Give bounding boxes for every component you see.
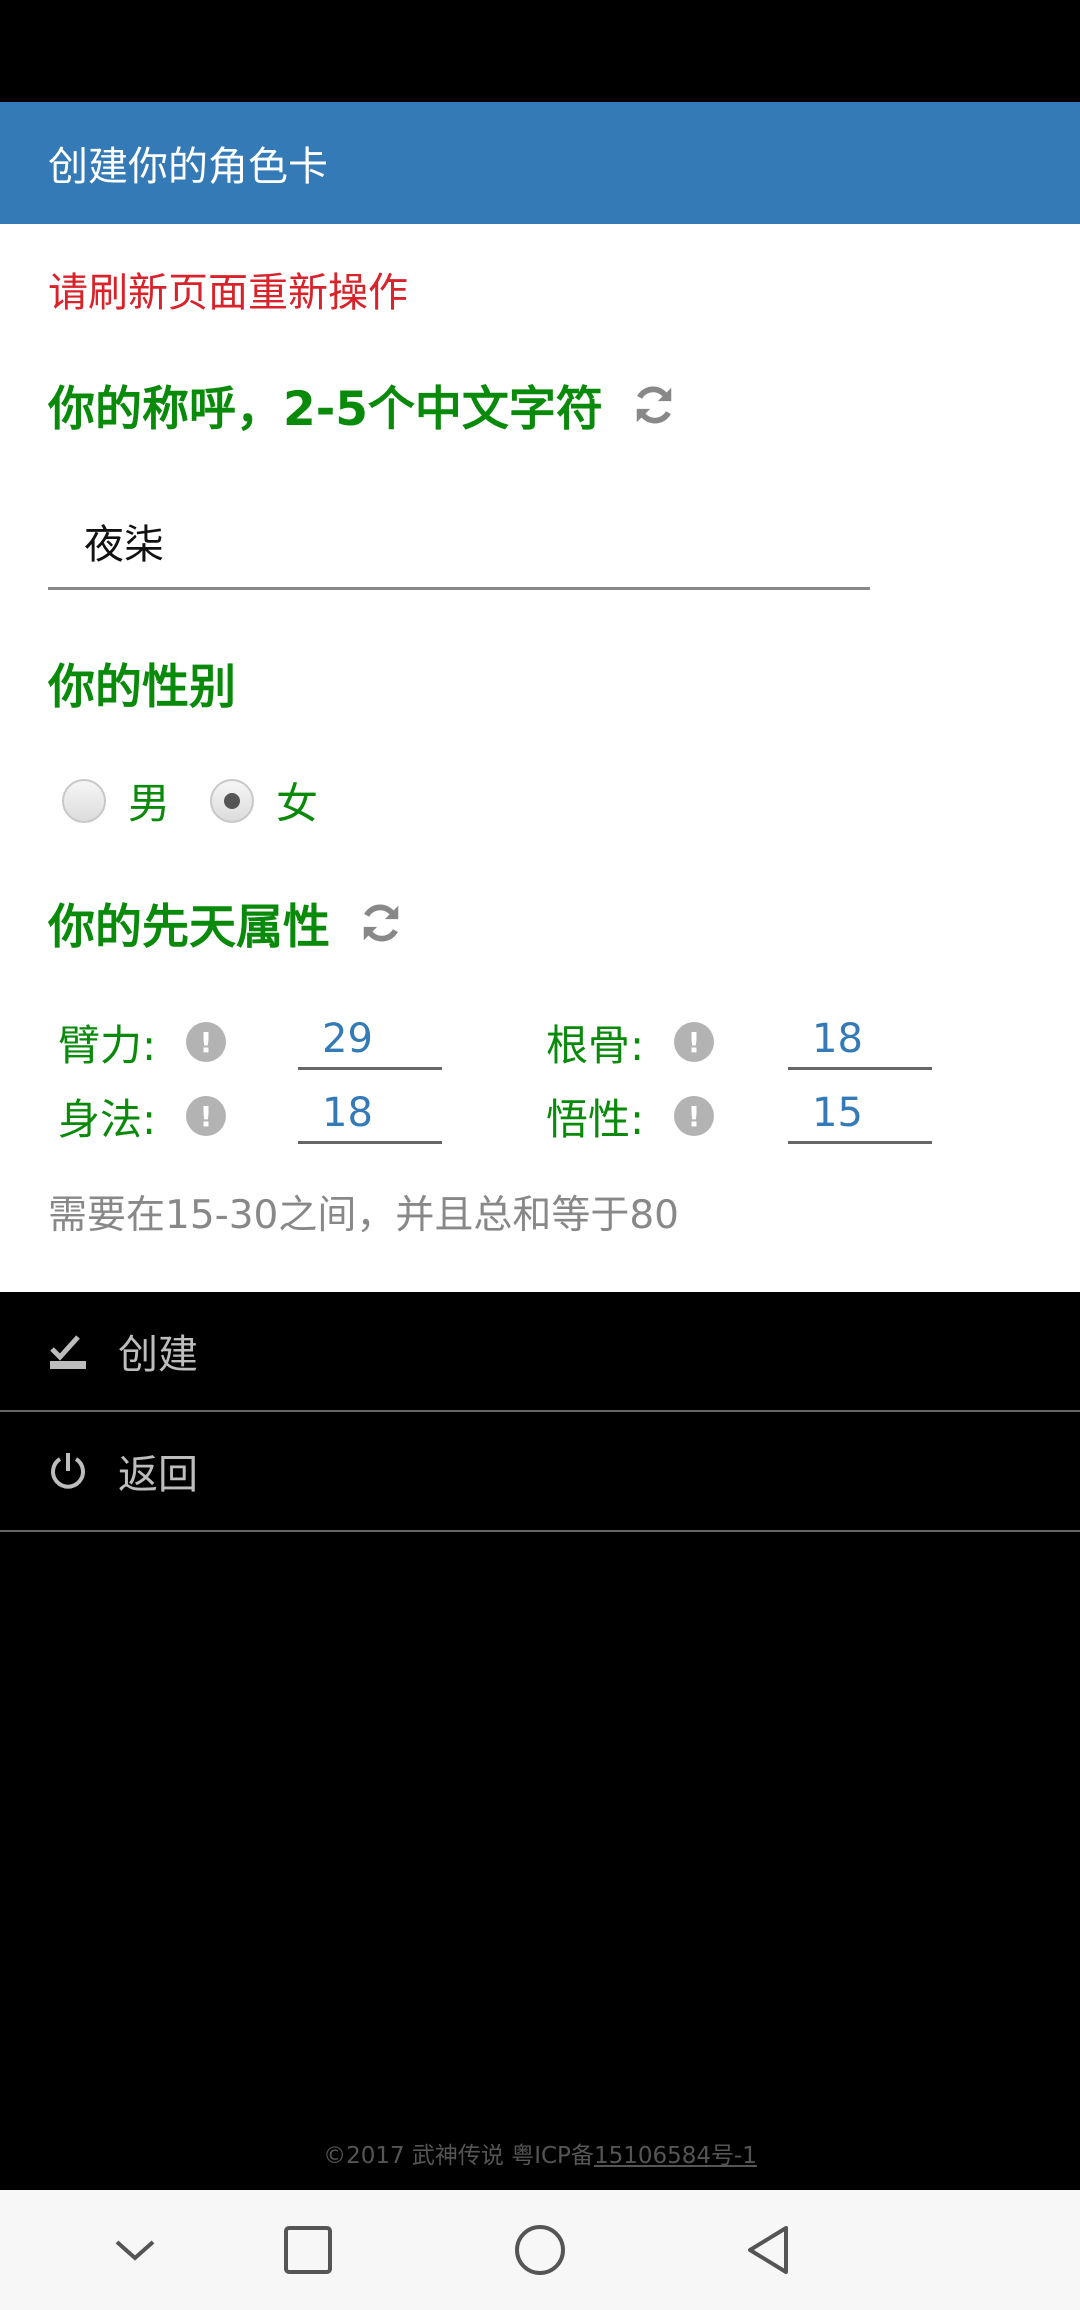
- refresh-icon[interactable]: [358, 900, 404, 946]
- create-button[interactable]: 创建: [0, 1292, 1080, 1412]
- gender-label-male: 男: [128, 779, 171, 828]
- error-message: 请刷新页面重新操作: [48, 270, 408, 316]
- attributes-section-title: 你的先天属性: [48, 888, 404, 957]
- page-title: 创建你的角色卡: [48, 144, 328, 190]
- icp-link[interactable]: 15106584号-1: [594, 2143, 757, 2169]
- attribute-value-strength[interactable]: 29: [298, 1010, 442, 1070]
- recent-apps-icon[interactable]: [278, 2220, 338, 2280]
- attribute-constitution: 根骨: !: [546, 1012, 714, 1072]
- name-section-title: 你的称呼，2-5个中文字符: [48, 370, 677, 439]
- attributes-hint: 需要在15-30之间，并且总和等于80: [48, 1193, 679, 1238]
- power-icon: [51, 1453, 85, 1489]
- chevron-down-icon[interactable]: [105, 2220, 165, 2280]
- footer: ©2017 武神传说 粤ICP备15106584号-1: [0, 2136, 1080, 2170]
- attribute-label: 根骨:: [546, 1020, 645, 1070]
- create-icon: [50, 1335, 86, 1369]
- refresh-icon[interactable]: [631, 382, 677, 428]
- gender-section-title: 你的性别: [48, 660, 236, 715]
- attribute-comprehension: 悟性: !: [546, 1086, 714, 1146]
- create-label: 创建: [118, 1332, 198, 1378]
- info-icon[interactable]: !: [186, 1096, 226, 1136]
- attribute-agility: 身法: !: [58, 1086, 226, 1146]
- back-button[interactable]: 返回: [0, 1412, 1080, 1532]
- status-bar: [0, 0, 1080, 102]
- attribute-label: 身法:: [58, 1094, 157, 1144]
- copyright-text: ©2017 武神传说 粤ICP备: [323, 2143, 594, 2169]
- attribute-label: 悟性:: [546, 1094, 645, 1144]
- attribute-value-constitution[interactable]: 18: [788, 1010, 932, 1070]
- info-icon[interactable]: !: [674, 1096, 714, 1136]
- character-form: 请刷新页面重新操作 你的称呼，2-5个中文字符 你的性别 男 女 你的先天属性 …: [0, 224, 1080, 1292]
- gender-options: 男 女: [62, 770, 358, 831]
- gender-radio-female[interactable]: [210, 778, 255, 823]
- back-arrow-icon[interactable]: [740, 2220, 800, 2280]
- page-header: 创建你的角色卡: [0, 102, 1080, 224]
- info-icon[interactable]: !: [186, 1022, 226, 1062]
- name-input[interactable]: [48, 494, 870, 590]
- back-label: 返回: [118, 1452, 198, 1498]
- attribute-label: 臂力:: [58, 1020, 157, 1070]
- home-icon[interactable]: [510, 2220, 570, 2280]
- attribute-strength: 臂力: !: [58, 1012, 226, 1072]
- android-nav-bar: [0, 2190, 1080, 2310]
- gender-label-female: 女: [276, 779, 319, 828]
- attribute-value-agility[interactable]: 18: [298, 1084, 442, 1144]
- gender-radio-male[interactable]: [62, 778, 106, 823]
- attribute-value-comprehension[interactable]: 15: [788, 1084, 932, 1144]
- info-icon[interactable]: !: [674, 1022, 714, 1062]
